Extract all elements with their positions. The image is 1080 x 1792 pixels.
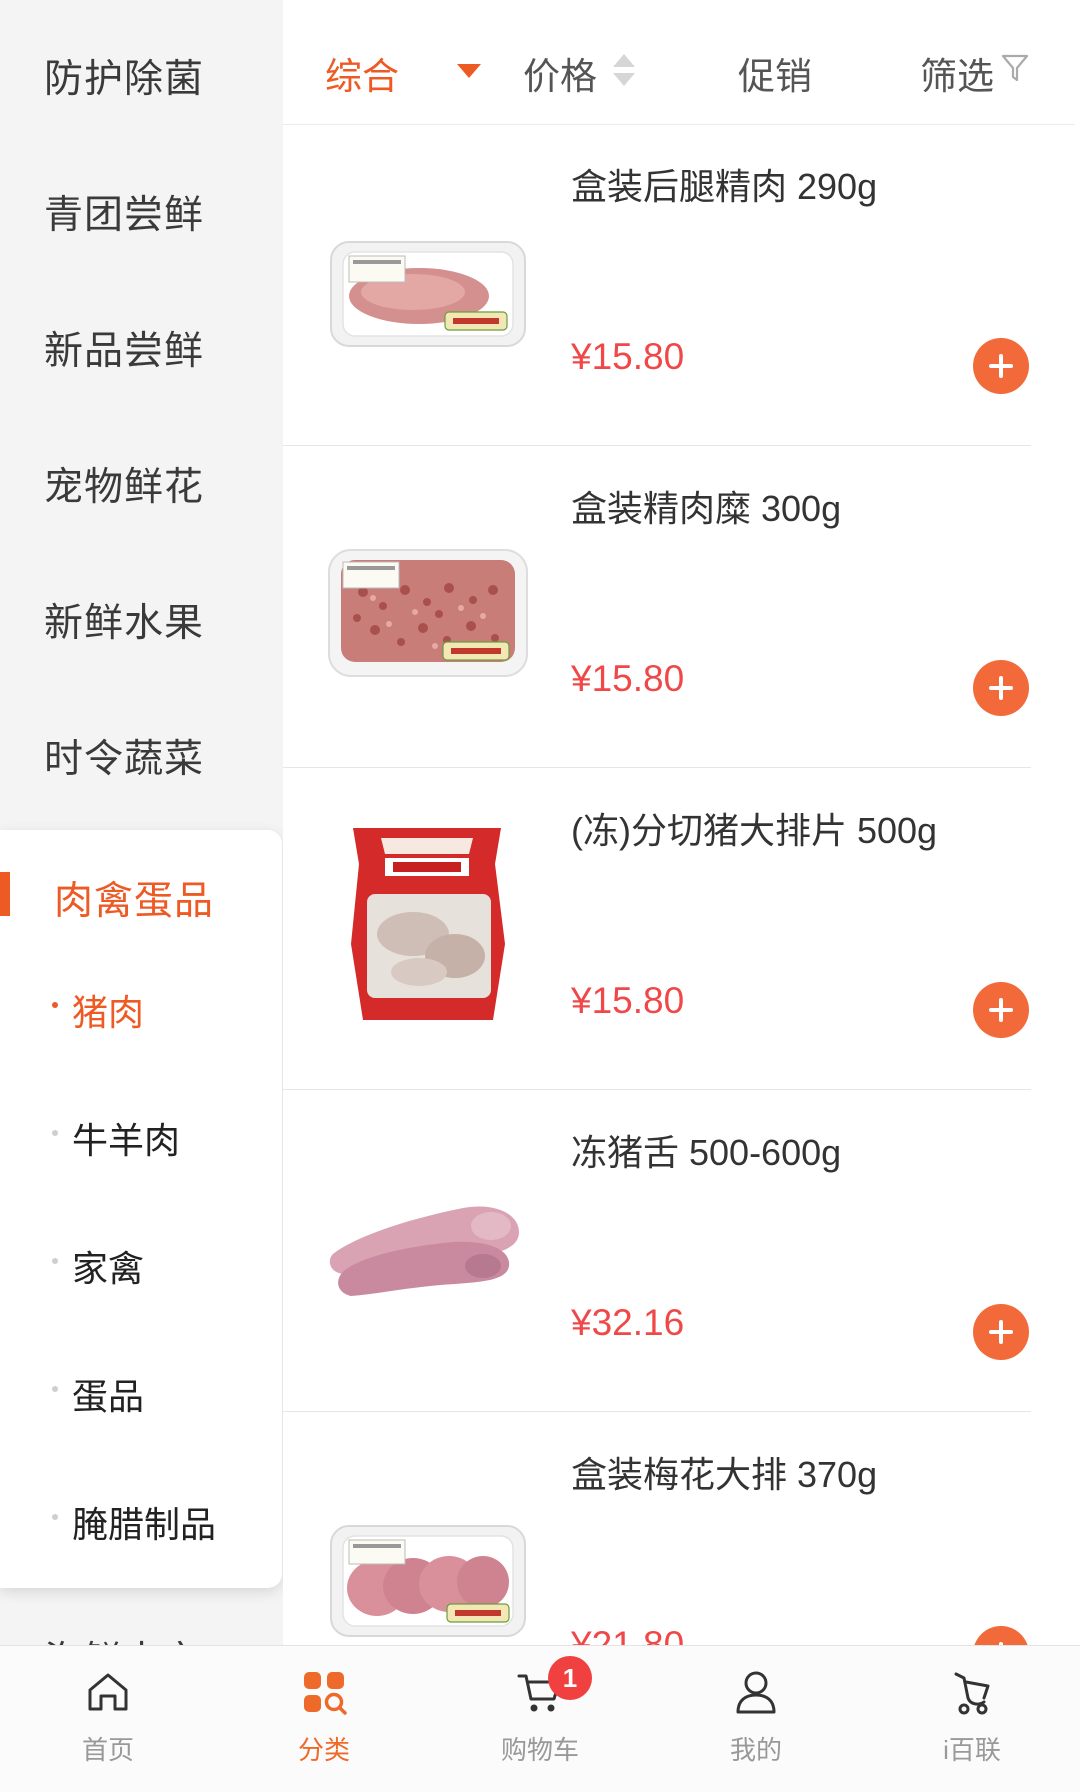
sidebar-category[interactable]: 时令蔬菜 — [0, 680, 283, 816]
sidebar-category[interactable]: 防护除菌 — [0, 0, 283, 136]
sidebar-category[interactable]: 新品尝鲜 — [0, 272, 283, 408]
subcategory-label: 家禽 — [72, 1248, 145, 1289]
ibailian-icon — [954, 1672, 990, 1715]
user-icon — [736, 1671, 776, 1714]
active-category-panel: 肉禽蛋品 猪肉 牛羊肉 家禽 蛋品 腌腊制品 — [0, 830, 282, 1588]
product-name: (冻)分切猪大排片 500g — [571, 810, 938, 851]
bullet-dot — [52, 1258, 58, 1264]
product-list: 盒装后腿精肉 290g ¥15.80 盒装精肉糜 300g ¥15.80 (冻)… — [283, 124, 1080, 1645]
product-price: ¥32.16 — [571, 1302, 685, 1343]
subcategory-label: 蛋品 — [72, 1376, 145, 1417]
sidebar-category[interactable]: 新鲜水果 — [0, 544, 283, 680]
subcategory-label: 牛羊肉 — [72, 1120, 181, 1161]
sidebar-category-partial[interactable]: 海鲜水产 — [44, 1630, 200, 1645]
sort-promo-button[interactable]: 促销 — [738, 46, 812, 100]
filter-label: 筛选 — [920, 56, 994, 97]
product-image — [351, 828, 505, 1020]
product-name: 盒装精肉糜 300g — [571, 488, 842, 529]
bullet-dot — [52, 1386, 58, 1392]
add-to-cart-button[interactable] — [973, 1304, 1029, 1360]
sort-promo-label: 促销 — [738, 56, 812, 97]
product-card[interactable]: (冻)分切猪大排片 500g ¥15.80 — [283, 768, 1031, 1090]
product-price: ¥15.80 — [571, 336, 685, 377]
tab-label: 首页 — [81, 1735, 134, 1765]
active-category-label[interactable]: 肉禽蛋品 — [54, 870, 214, 926]
product-card[interactable]: 冻猪舌 500-600g ¥32.16 — [283, 1090, 1031, 1412]
product-card[interactable]: 盒装精肉糜 300g ¥15.80 — [283, 446, 1031, 768]
category-sidebar: 防护除菌 青团尝鲜 新品尝鲜 宠物鲜花 新鲜水果 时令蔬菜 肉禽蛋品 猪肉 牛羊… — [0, 0, 283, 1645]
sort-price-button[interactable]: 价格 — [523, 46, 597, 100]
tab-category[interactable]: 分类 — [216, 1646, 432, 1792]
category-label: 新鲜水果 — [44, 602, 205, 645]
product-name: 盒装梅花大排 370g — [571, 1454, 878, 1495]
product-name: 盒装后腿精肉 290g — [571, 166, 878, 207]
product-price: ¥21.80 — [571, 1624, 685, 1645]
tab-label: 我的 — [729, 1735, 782, 1765]
sidebar-category[interactable]: 宠物鲜花 — [0, 408, 283, 544]
category-label: 新品尝鲜 — [44, 330, 205, 373]
category-label: 时令蔬菜 — [44, 738, 205, 781]
sort-default-button[interactable]: 综合 — [325, 46, 481, 100]
product-name: 冻猪舌 500-600g — [571, 1132, 842, 1173]
product-image — [330, 1525, 526, 1637]
add-to-cart-button[interactable] — [973, 1626, 1029, 1645]
tab-cart[interactable]: 购物车 — [432, 1646, 648, 1792]
product-image — [330, 241, 526, 347]
add-to-cart-button[interactable] — [973, 660, 1029, 716]
category-label: 宠物鲜花 — [44, 466, 205, 509]
tab-label: 购物车 — [500, 1735, 579, 1765]
tab-label: 分类 — [297, 1735, 350, 1765]
active-indicator — [0, 872, 10, 916]
product-price: ¥15.80 — [571, 980, 685, 1021]
product-price: ¥15.80 — [571, 658, 685, 699]
caret-down-icon — [457, 64, 481, 78]
tab-label: i百联 — [943, 1735, 1001, 1765]
cart-count-badge: 1 — [548, 1656, 592, 1700]
product-image — [328, 549, 528, 677]
filter-icon — [1001, 54, 1029, 82]
sidebar-category[interactable]: 青团尝鲜 — [0, 136, 283, 272]
product-card[interactable]: 盒装后腿精肉 290g ¥15.80 — [283, 124, 1031, 446]
add-to-cart-button[interactable] — [973, 982, 1029, 1038]
category-icon — [304, 1672, 347, 1715]
subcategory-label: 腌腊制品 — [72, 1504, 217, 1545]
product-card[interactable]: 盒装梅花大排 370g ¥21.80 — [283, 1412, 1031, 1645]
sort-price-label: 价格 — [523, 56, 597, 97]
sort-bar: 综合 价格 促销 筛选 — [283, 0, 1075, 125]
category-label: 青团尝鲜 — [44, 194, 205, 237]
category-label: 防护除菌 — [44, 58, 205, 101]
sort-default-label: 综合 — [325, 56, 399, 97]
home-icon — [88, 1673, 128, 1711]
bullet-dot — [52, 1130, 58, 1136]
bullet-dot — [52, 1514, 58, 1520]
bullet-dot — [52, 1002, 58, 1008]
tab-home[interactable]: 首页 — [0, 1646, 216, 1792]
bottom-tab-bar: 首页 分类 购物车 我的 i百联 1 — [0, 1645, 1080, 1792]
tab-ibailian[interactable]: i百联 — [864, 1646, 1080, 1792]
product-image — [329, 1206, 519, 1296]
tab-mine[interactable]: 我的 — [648, 1646, 864, 1792]
sort-arrows-icon — [613, 54, 635, 86]
subcategory-label: 猪肉 — [72, 992, 145, 1033]
filter-button[interactable]: 筛选 — [920, 46, 994, 100]
add-to-cart-button[interactable] — [973, 338, 1029, 394]
